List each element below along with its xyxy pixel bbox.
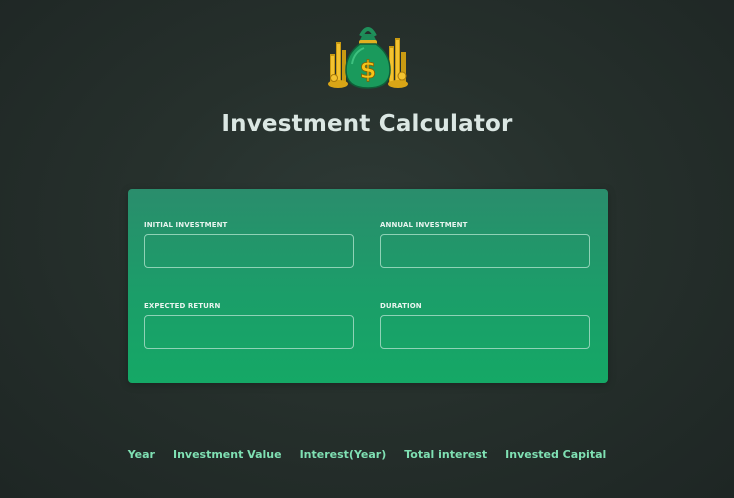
expected-return-label: EXPECTED RETURN: [144, 302, 221, 310]
page-title: Investment Calculator: [221, 111, 513, 137]
initial-investment-input[interactable]: [144, 234, 354, 268]
column-header-invested-capital: Invested Capital: [505, 448, 607, 461]
initial-investment-label: INITIAL INVESTMENT: [144, 221, 228, 229]
money-bag-icon: $: [328, 27, 408, 89]
column-header-investment-value: Investment Value: [172, 448, 282, 461]
annual-investment-input[interactable]: [380, 234, 590, 268]
expected-return-input[interactable]: [144, 315, 354, 349]
investment-form-card: INITIAL INVESTMENT ANNUAL INVESTMENT EXP…: [128, 189, 608, 383]
column-header-year: Year: [127, 448, 155, 461]
svg-text:$: $: [360, 56, 377, 84]
duration-input[interactable]: [380, 315, 590, 349]
column-header-interest-year: Interest(Year): [299, 448, 387, 461]
annual-investment-label: ANNUAL INVESTMENT: [380, 221, 468, 229]
results-table-header: Year Investment Value Interest(Year) Tot…: [0, 448, 734, 461]
duration-label: DURATION: [380, 302, 422, 310]
column-header-total-interest: Total interest: [404, 448, 488, 461]
